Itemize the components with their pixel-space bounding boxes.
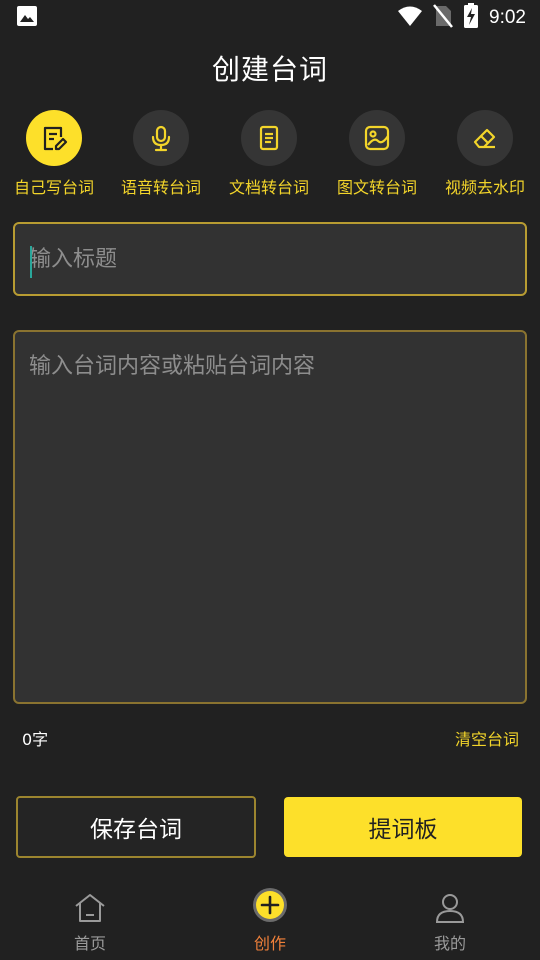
tool-label: 图文转台词 [336,178,417,197]
home-icon [73,884,107,924]
image-icon [16,5,38,31]
script-content-input[interactable] [15,332,525,702]
tool-remove-watermark[interactable]: 视频去水印 [431,110,539,200]
edit-document-icon [26,110,82,166]
nav-label: 首页 [73,934,106,953]
title-input[interactable] [15,224,525,294]
tool-label: 文档转台词 [228,178,309,197]
status-bar: 9:02 [0,0,540,36]
eraser-icon [457,110,513,166]
status-time: 9:02 [489,7,526,28]
clear-script-button[interactable]: 清空台词 [455,726,519,750]
wifi-icon [397,5,423,31]
teleprompter-button[interactable]: 提词板 [284,797,522,857]
tool-image-to-script[interactable]: 图文转台词 [323,110,431,200]
nav-item-profile[interactable]: 我的 [390,884,510,960]
tool-label: 视频去水印 [444,178,525,197]
content-input-container [13,330,527,704]
nav-label: 创作 [253,934,286,953]
user-icon [434,884,466,924]
microphone-icon [133,110,189,166]
tool-label: 语音转台词 [120,178,201,197]
tool-document-to-script[interactable]: 文档转台词 [215,110,323,200]
nav-label: 我的 [433,934,466,953]
creation-tools: 自己写台词 语音转台词 文档转台词 图文转台词 视频去水印 [0,110,540,200]
battery-charging-icon [463,3,479,33]
image-icon [349,110,405,166]
nav-item-home[interactable]: 首页 [30,884,150,960]
tool-voice-to-script[interactable]: 语音转台词 [107,110,215,200]
add-circle-icon [251,884,289,924]
text-cursor [30,246,32,278]
no-sim-icon [433,4,453,32]
title-input-container [13,222,527,296]
tool-label: 自己写台词 [13,178,94,197]
bottom-nav: 首页 创作 我的 [0,884,540,960]
document-icon [241,110,297,166]
nav-item-create[interactable]: 创作 [210,884,330,960]
tool-write-script[interactable]: 自己写台词 [0,110,108,200]
page-title: 创建台词 [211,53,328,86]
word-count: 0字 [22,730,49,749]
save-script-button[interactable]: 保存台词 [16,796,256,858]
